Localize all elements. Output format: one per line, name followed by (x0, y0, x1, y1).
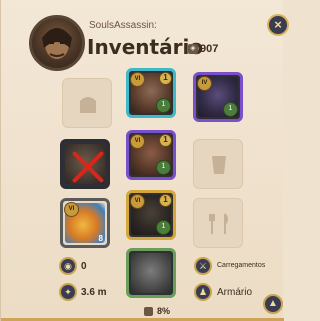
tier-badge: IV (197, 76, 212, 91)
silver-coin-icon: ◉ (59, 257, 77, 275)
player-avatar[interactable] (29, 15, 85, 71)
enchant-badge: 1 (159, 134, 172, 147)
weight-icon (144, 307, 153, 316)
page-title: Inventário (87, 35, 204, 59)
loadouts-icon[interactable]: ⚔ (194, 257, 212, 275)
weight-value: 907 (200, 43, 219, 55)
avatar-portrait-icon (42, 28, 72, 59)
close-button[interactable]: × (267, 14, 289, 36)
bag-icon (80, 97, 96, 113)
username: SoulsAssassin: (89, 20, 157, 31)
potion-slot[interactable]: VI 8 (60, 198, 110, 248)
expand-arrow-button[interactable]: ▲ (263, 294, 283, 314)
mainhand-slot[interactable] (60, 139, 110, 189)
offhand-icon (212, 156, 226, 174)
loadouts-button[interactable]: Carregamentos (217, 262, 265, 269)
head-slot[interactable]: VI 1 1 (126, 68, 176, 118)
load-indicator: 8% (144, 306, 184, 318)
fame-value: 3.6 m (81, 287, 107, 298)
quantity-badge: 1 (156, 220, 171, 235)
mount-slot[interactable] (126, 248, 176, 298)
tier-badge: VI (130, 72, 145, 87)
fame-icon: ✦ (59, 283, 77, 301)
enchant-badge: 1 (159, 72, 172, 85)
quantity-badge: 1 (223, 102, 238, 117)
enchant-badge: 1 (159, 194, 172, 207)
wardrobe-button[interactable]: Armário (217, 287, 252, 298)
food-slot[interactable] (193, 198, 243, 248)
blocked-x-icon (69, 148, 107, 186)
inventory-panel: SoulsAssassin: Inventário ◈ 907 × VI 1 1… (0, 0, 289, 321)
chest-slot[interactable]: VI 1 1 (126, 130, 176, 180)
tier-badge: VI (130, 194, 145, 209)
mount-icon (131, 253, 171, 293)
quantity-label: 8 (98, 234, 103, 243)
silver-value: 0 (81, 261, 87, 272)
quantity-badge: 1 (156, 160, 171, 175)
cape-slot[interactable]: IV 1 (193, 72, 243, 122)
offhand-slot[interactable] (193, 139, 243, 189)
tier-badge: VI (130, 134, 145, 149)
fork-knife-icon (209, 213, 228, 234)
wardrobe-icon[interactable]: ♟ (194, 283, 212, 301)
shoes-slot[interactable]: VI 1 1 (126, 190, 176, 240)
weight-icon: ◈ (188, 44, 198, 54)
bag-slot[interactable] (62, 78, 112, 128)
quantity-badge: 1 (156, 98, 171, 113)
load-percent: 8% (157, 306, 171, 316)
tier-badge: VI (64, 202, 79, 217)
